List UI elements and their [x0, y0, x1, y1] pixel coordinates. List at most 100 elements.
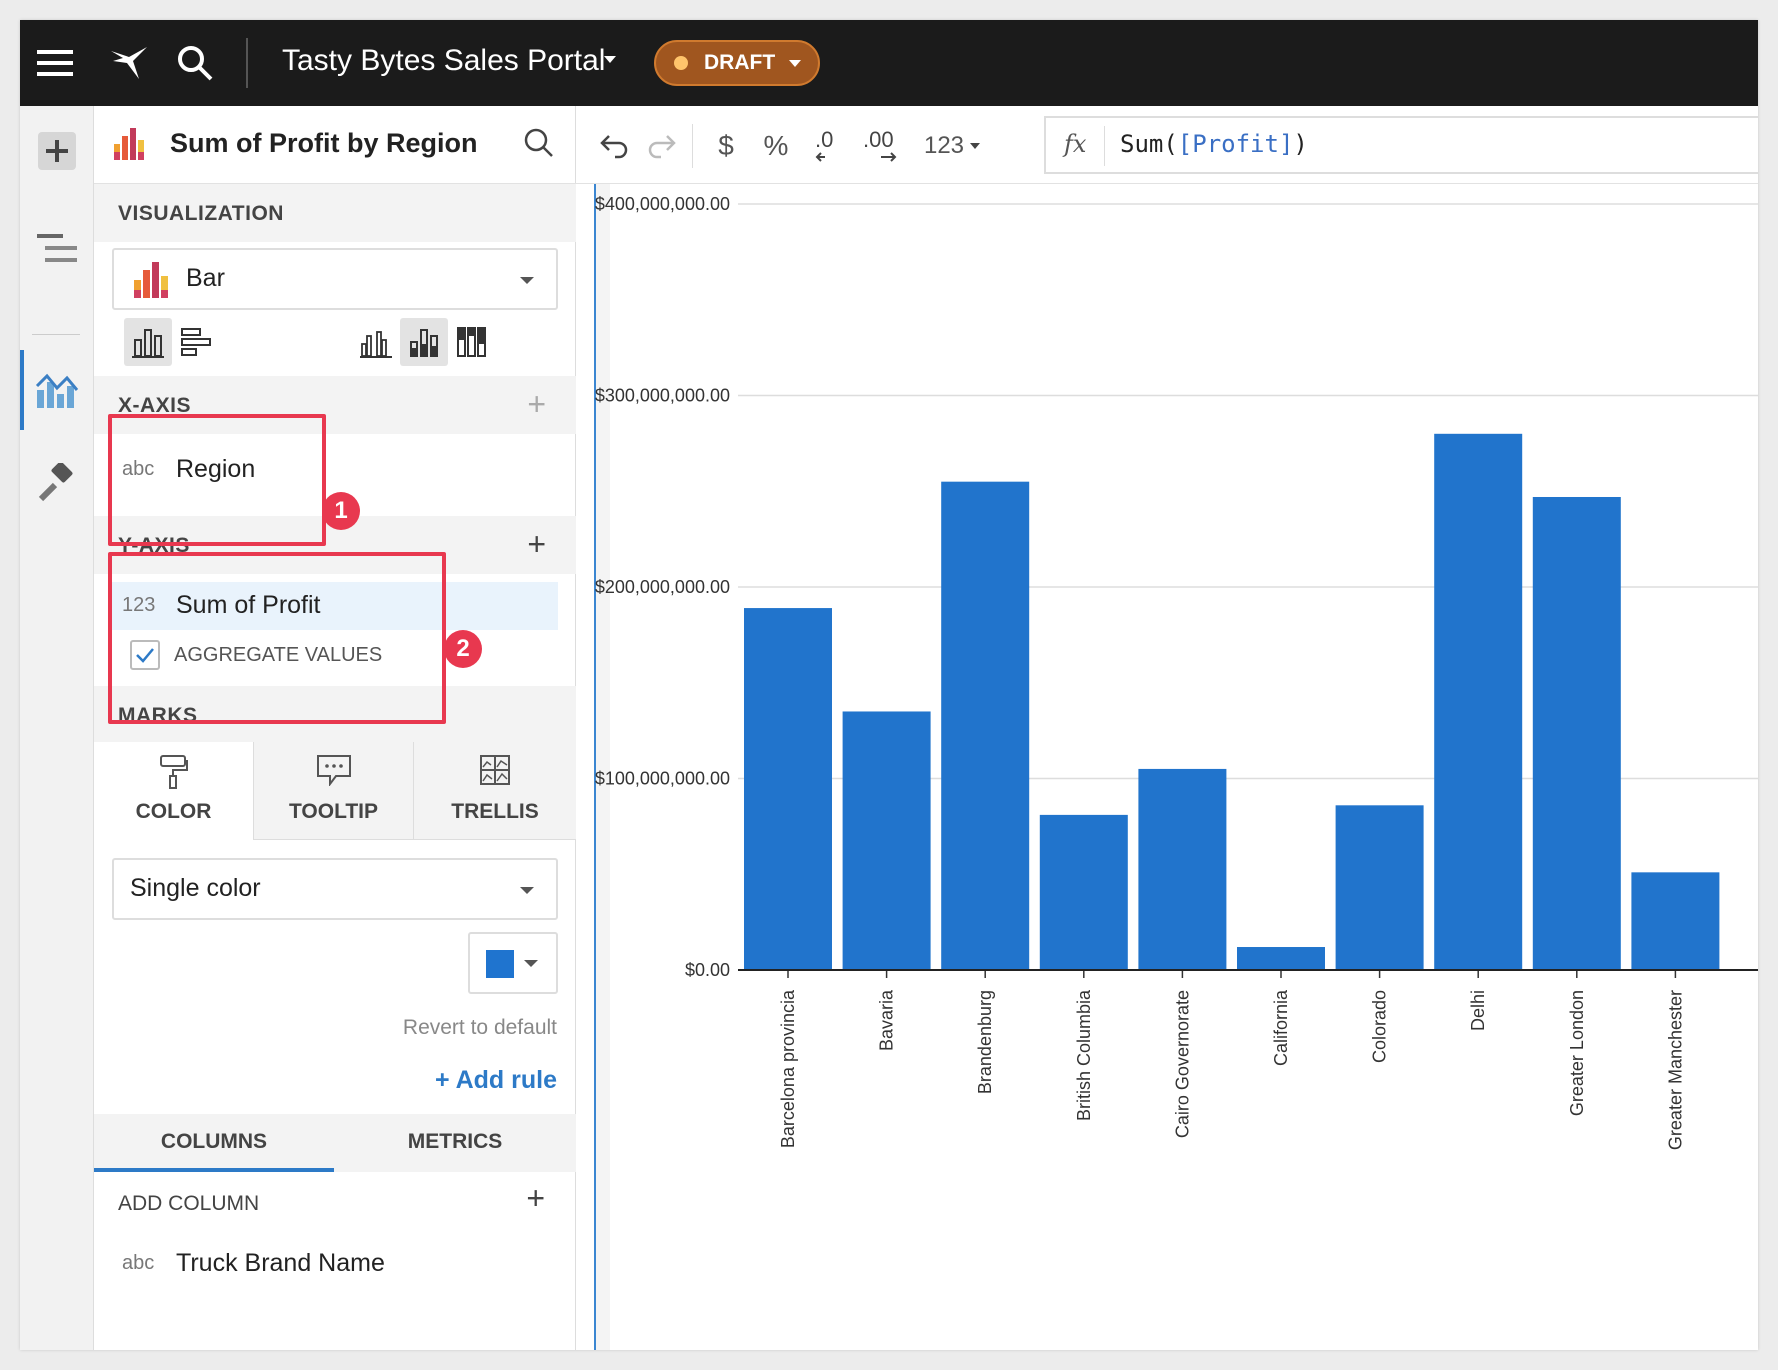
color-mode-select[interactable]: Single color	[112, 858, 558, 920]
draft-dot-icon	[674, 56, 688, 70]
chevron-down-icon	[520, 277, 534, 284]
tab-trellis-label: TRELLIS	[451, 800, 539, 823]
chevron-down-icon	[970, 143, 981, 149]
layers-icon[interactable]	[32, 224, 82, 274]
app-title[interactable]: Tasty Bytes Sales Portal	[282, 44, 605, 78]
y-tick-label: $100,000,000.00	[595, 769, 730, 789]
rail-divider	[32, 334, 80, 335]
revert-to-default-link[interactable]: Revert to default	[403, 1016, 557, 1040]
x-tick-label: California	[1271, 989, 1291, 1066]
color-mode-value: Single color	[130, 874, 261, 902]
rail-active-indicator	[20, 350, 24, 430]
y-tick-label: $400,000,000.00	[595, 194, 730, 214]
bird-logo-icon[interactable]	[104, 38, 154, 88]
x-tick-label: Bavaria	[877, 989, 897, 1051]
add-rule-button[interactable]: + Add rule	[435, 1066, 557, 1095]
x-tick-label: Greater Manchester	[1665, 990, 1685, 1150]
y-tick-label: $200,000,000.00	[595, 577, 730, 597]
column-field[interactable]: abc Truck Brand Name	[112, 1240, 558, 1288]
stacked-bar-icon[interactable]	[400, 318, 448, 366]
number-format-label: 123	[923, 132, 965, 159]
formula-divider	[1104, 126, 1105, 166]
bar	[842, 711, 931, 970]
percent-stacked-bar-icon[interactable]	[448, 318, 496, 366]
paint-brush-icon[interactable]	[32, 458, 82, 508]
function-icon: fx	[1064, 130, 1087, 158]
annotation-badge-1: 1	[322, 492, 360, 530]
search-icon[interactable]	[170, 38, 220, 88]
chat-bubble-icon	[316, 754, 352, 791]
formula-input[interactable]: Sum([Profit])	[1120, 130, 1308, 158]
tab-trellis[interactable]: TRELLIS	[414, 742, 576, 840]
draft-status-button[interactable]: DRAFT	[654, 40, 820, 86]
tab-metrics[interactable]: METRICS	[334, 1114, 576, 1172]
formula-function: Sum(	[1120, 130, 1178, 158]
visualization-section-header: VISUALIZATION	[94, 184, 576, 242]
trellis-grid-icon	[479, 754, 511, 791]
bar-chart: $0.00 $100,000,000.00 $200,000,000.00 $300,…	[595, 194, 1758, 1150]
bar	[1631, 872, 1720, 970]
x-tick-label: Colorado	[1370, 990, 1390, 1063]
formula-close: )	[1293, 130, 1308, 158]
bar	[1138, 768, 1227, 970]
chevron-down-icon[interactable]	[604, 56, 616, 63]
x-tick-label: Greater London	[1567, 990, 1587, 1116]
number-format-menu[interactable]: 123	[916, 124, 988, 168]
paint-roller-icon	[159, 754, 189, 795]
top-bar: Tasty Bytes Sales Portal DRAFT	[20, 20, 1758, 106]
decrease-decimals-button[interactable]: .0	[808, 124, 848, 168]
x-tick-label: Brandenburg	[975, 990, 995, 1094]
format-toolbar: $ % .0 .00 123 fx Sum([Profit])	[576, 106, 1758, 184]
increase-decimals-button[interactable]: .00	[860, 124, 904, 168]
x-tick-label: Cairo Governorate	[1172, 990, 1192, 1138]
marks-tabs: COLOR TOOLTIP TRELLIS	[94, 742, 576, 840]
chevron-down-icon	[524, 960, 538, 967]
currency-format-button[interactable]: $	[708, 124, 744, 168]
app-window: Tasty Bytes Sales Portal DRAFT Sum of Pr…	[20, 20, 1758, 1350]
viz-type-select[interactable]: Bar	[112, 248, 558, 310]
annotation-badge-2: 2	[444, 630, 482, 668]
tab-columns[interactable]: COLUMNS	[94, 1114, 334, 1172]
add-y-axis-button[interactable]: +	[527, 526, 546, 563]
x-tick-label: British Columbia	[1074, 989, 1094, 1121]
annotation-box-x-axis	[108, 414, 326, 546]
percent-format-button[interactable]: %	[756, 124, 796, 168]
bar	[1532, 496, 1621, 970]
search-icon[interactable]	[524, 128, 554, 163]
formula-column-ref: [Profit]	[1177, 130, 1294, 158]
annotation-box-y-axis	[108, 552, 446, 724]
chart-canvas: $0.00 $100,000,000.00 $200,000,000.00 $300,…	[576, 184, 1758, 1350]
tab-color[interactable]: COLOR	[94, 742, 254, 840]
panel-title[interactable]: Sum of Profit by Region	[170, 128, 478, 159]
columns-metrics-tabs: COLUMNS METRICS	[94, 1114, 576, 1172]
x-tick-label: Delhi	[1468, 990, 1488, 1031]
left-rail	[20, 106, 94, 1350]
formula-bar[interactable]: fx Sum([Profit])	[1044, 116, 1758, 174]
tab-tooltip[interactable]: TOOLTIP	[254, 742, 414, 840]
svg-text:.00: .00	[863, 127, 894, 152]
color-swatch	[486, 950, 514, 978]
add-icon[interactable]	[32, 126, 82, 176]
text-type-icon: abc	[122, 1252, 155, 1274]
add-column-button[interactable]: +	[526, 1180, 545, 1217]
hamburger-menu-icon[interactable]	[30, 38, 80, 88]
chart-editor-icon[interactable]	[32, 364, 82, 414]
y-tick-label: $0.00	[685, 960, 730, 980]
bar	[1434, 433, 1523, 970]
element-panel: Sum of Profit by Region VISUALIZATION Ba…	[94, 106, 576, 1350]
topbar-divider	[246, 38, 248, 88]
grouped-bar-icon[interactable]	[352, 318, 400, 366]
bar	[1237, 947, 1325, 970]
horizontal-bar-icon[interactable]	[172, 318, 220, 366]
panel-header: Sum of Profit by Region	[94, 106, 576, 184]
vertical-bar-icon[interactable]	[124, 318, 172, 366]
bar	[1335, 805, 1424, 970]
add-x-axis-button[interactable]: +	[527, 386, 546, 423]
svg-text:.0: .0	[815, 127, 833, 152]
redo-icon[interactable]	[642, 124, 682, 168]
bar	[1039, 814, 1128, 970]
undo-icon[interactable]	[594, 124, 634, 168]
bar-chart-icon	[112, 126, 148, 167]
color-swatch-picker[interactable]	[468, 932, 558, 994]
chevron-down-icon	[520, 887, 534, 894]
